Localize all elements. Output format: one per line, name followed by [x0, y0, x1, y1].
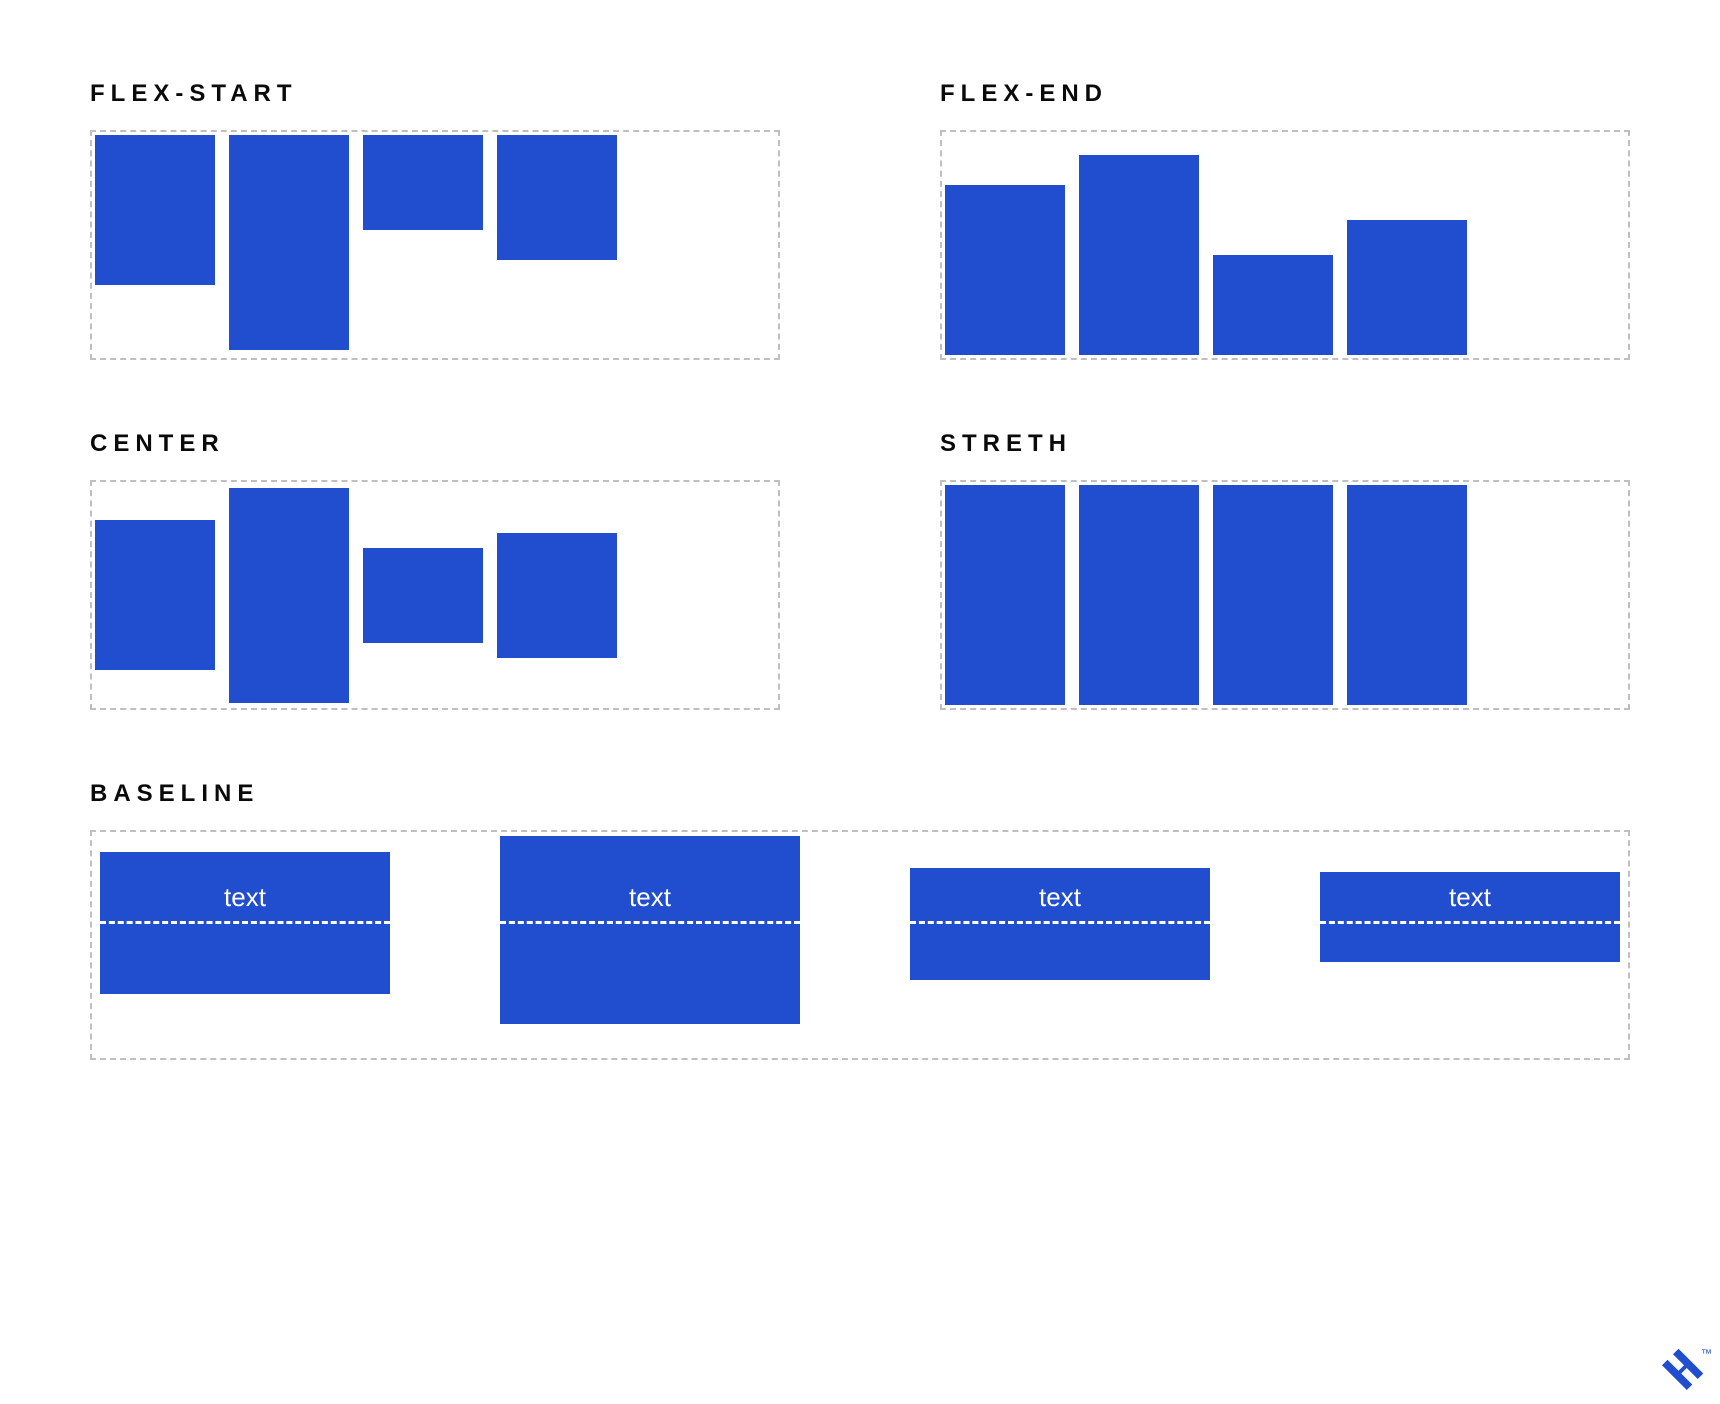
- baseline-label: text: [500, 882, 800, 921]
- toptal-logo-icon: [1662, 1346, 1706, 1390]
- flex-box: [497, 533, 617, 658]
- baseline-box: text: [500, 836, 800, 1024]
- section-center: CENTER: [90, 430, 780, 710]
- container-flex-start: [90, 130, 780, 360]
- section-baseline: BASELINE text text text text: [90, 780, 1630, 1060]
- baseline-label: text: [910, 882, 1210, 921]
- container-baseline: text text text text: [90, 830, 1630, 1060]
- title-flex-end: FLEX-END: [940, 80, 1630, 108]
- title-stretch: STRETH: [940, 430, 1630, 458]
- baseline-label: text: [1320, 882, 1620, 921]
- section-flex-start: FLEX-START: [90, 80, 780, 360]
- flex-box: [1347, 485, 1467, 705]
- flex-box: [945, 485, 1065, 705]
- trademark-symbol: ™: [1701, 1348, 1712, 1360]
- container-stretch: [940, 480, 1630, 710]
- flex-box: [229, 135, 349, 350]
- container-center: [90, 480, 780, 710]
- title-flex-start: FLEX-START: [90, 80, 780, 108]
- flex-box: [229, 488, 349, 703]
- container-flex-end: [940, 130, 1630, 360]
- flex-box: [1079, 485, 1199, 705]
- flex-box: [1213, 485, 1333, 705]
- title-center: CENTER: [90, 430, 780, 458]
- flex-box: [945, 185, 1065, 355]
- flex-box: [363, 135, 483, 230]
- title-baseline: BASELINE: [90, 780, 1630, 808]
- flex-box: [1347, 220, 1467, 355]
- baseline-box: text: [1320, 872, 1620, 962]
- flex-box: [95, 520, 215, 670]
- baseline-box: text: [100, 852, 390, 994]
- flex-box: [95, 135, 215, 285]
- baseline-box: text: [910, 868, 1210, 980]
- flex-box: [497, 135, 617, 260]
- flex-box: [1213, 255, 1333, 355]
- baseline-label: text: [100, 882, 390, 921]
- flex-box: [1079, 155, 1199, 355]
- section-flex-end: FLEX-END: [940, 80, 1630, 360]
- section-stretch: STRETH: [940, 430, 1630, 710]
- flex-box: [363, 548, 483, 643]
